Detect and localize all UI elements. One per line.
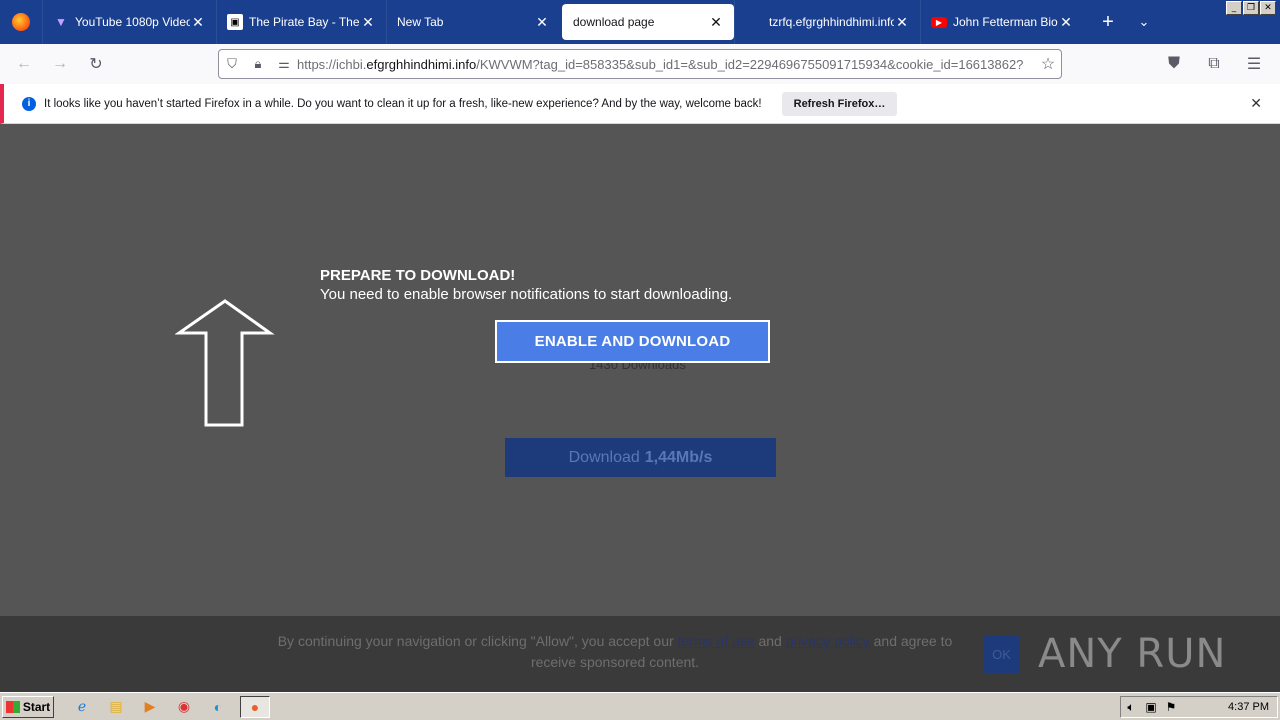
close-icon[interactable]: ✕: [360, 14, 376, 31]
up-arrow-icon: [175, 299, 275, 427]
tab-title: YouTube 1080p Video Do: [75, 15, 190, 29]
firefox-icon[interactable]: [0, 0, 42, 44]
download-button[interactable]: Download 1,44Mb/s: [505, 438, 776, 477]
refresh-firefox-button[interactable]: Refresh Firefox…: [781, 91, 898, 116]
start-button[interactable]: Start: [2, 695, 54, 718]
internet-explorer-icon[interactable]: ℯ: [70, 696, 94, 718]
volume-icon[interactable]: 🔈︎: [1121, 700, 1141, 715]
url-bar[interactable]: ⛉ 🔒︎ ⚌ https://ichbi.efgrghhindhimi.info…: [218, 49, 1062, 79]
bookmark-star-icon[interactable]: ☆: [1035, 54, 1061, 74]
navigation-bar: ← → ↻ ⛉ 🔒︎ ⚌ https://ichbi.efgrghhindhim…: [0, 44, 1280, 84]
new-tab-button[interactable]: +: [1090, 11, 1126, 34]
consent-and: and: [758, 633, 782, 649]
close-icon[interactable]: ✕: [708, 14, 724, 31]
anyrun-watermark: ANY RUN: [1038, 631, 1227, 677]
download-label: Download: [568, 448, 640, 466]
notification-message: It looks like you haven’t started Firefo…: [44, 97, 762, 110]
download-speed: 1,44Mb/s: [644, 448, 713, 466]
consent-text: By continuing your navigation or clickin…: [270, 631, 960, 673]
tab-title: download page: [573, 15, 655, 29]
flag-icon[interactable]: ⚑: [1161, 700, 1181, 714]
tab-title: New Tab: [397, 15, 444, 29]
firefox-taskbar-icon[interactable]: ●: [240, 695, 270, 718]
extensions-icon[interactable]: ⧉: [1196, 48, 1232, 80]
chrome-icon[interactable]: ◉: [172, 696, 196, 718]
enable-and-download-button[interactable]: ENABLE AND DOWNLOAD: [495, 320, 770, 363]
edge-icon[interactable]: ◐: [206, 696, 230, 718]
tab-fetterman[interactable]: ▶ John Fetterman Biograph ✕: [920, 0, 1084, 44]
restore-button[interactable]: ❐: [1243, 1, 1259, 15]
close-window-button[interactable]: ✕: [1260, 1, 1276, 15]
close-icon[interactable]: ✕: [1058, 14, 1074, 31]
ok-button[interactable]: OK: [983, 636, 1020, 673]
windows-flag-icon: [5, 700, 20, 713]
tab-download-page[interactable]: download page ✕: [562, 4, 734, 40]
pocket-icon[interactable]: ⛊: [1156, 48, 1192, 80]
minimize-button[interactable]: _: [1226, 1, 1242, 15]
tab-bar: ▼ YouTube 1080p Video Do ✕ ▣ The Pirate …: [0, 0, 1280, 44]
close-icon[interactable]: ✕: [894, 14, 910, 31]
privacy-policy-link[interactable]: privacy policy: [786, 633, 870, 649]
close-icon[interactable]: ✕: [190, 14, 206, 31]
taskbar: Start ℯ ▤ ▶ ◉ ◐ ● 🔈︎ ▣ ⚑ 4:37 PM: [0, 692, 1280, 720]
media-player-icon[interactable]: ▶: [138, 696, 162, 718]
youtube-icon: ▶: [931, 16, 947, 28]
shield-icon[interactable]: ⛉: [219, 56, 245, 72]
terms-of-use-link[interactable]: terms of use: [678, 633, 755, 649]
forward-arrow-icon[interactable]: →: [42, 48, 78, 80]
tab-title: tzrfq.efgrghhindhimi.info: [769, 15, 894, 29]
url-path: /KWVWM?tag_id=858335&sub_id1=&sub_id2=22…: [476, 56, 1024, 72]
youtube-downloader-icon: ▼: [55, 15, 67, 29]
page-title: PREPARE TO DOWNLOAD!: [320, 267, 516, 284]
info-icon: i: [22, 96, 36, 111]
tab-youtube-downloader[interactable]: ▼ YouTube 1080p Video Do ✕: [42, 0, 216, 44]
back-arrow-icon[interactable]: ←: [6, 48, 42, 80]
notification-bar: i It looks like you haven’t started Fire…: [0, 84, 1280, 124]
tab-title: John Fetterman Biograph: [953, 15, 1058, 29]
tab-tzrfq[interactable]: tzrfq.efgrghhindhimi.info ✕: [734, 0, 920, 44]
close-icon[interactable]: ✕: [534, 14, 550, 31]
consent-banner: By continuing your navigation or clickin…: [0, 616, 1280, 692]
quick-launch: ℯ ▤ ▶ ◉ ◐ ●: [70, 695, 270, 718]
menu-icon[interactable]: ☰: [1236, 48, 1272, 80]
page-subtitle: You need to enable browser notifications…: [320, 286, 733, 303]
network-icon[interactable]: ▣: [1141, 700, 1161, 714]
reload-icon[interactable]: ↻: [78, 48, 114, 80]
toolbar-right: ⛊ ⧉ ☰: [1156, 48, 1272, 80]
close-icon[interactable]: ✕: [1250, 95, 1262, 112]
folder-icon[interactable]: ▤: [104, 696, 128, 718]
tab-list-chevron-icon[interactable]: ⌄: [1126, 14, 1162, 30]
url-text[interactable]: https://ichbi.efgrghhindhimi.info/KWVWM?…: [297, 57, 1035, 72]
tab-title: The Pirate Bay - The gala: [249, 15, 360, 29]
url-prefix: https://ichbi.: [297, 56, 367, 72]
url-domain: efgrghhindhimi.info: [366, 56, 477, 72]
clock: 4:37 PM: [1228, 701, 1269, 713]
tab-new-tab[interactable]: New Tab ✕: [386, 0, 560, 44]
tab-pirate-bay[interactable]: ▣ The Pirate Bay - The gala ✕: [216, 0, 386, 44]
window-controls: _ ❐ ✕: [1226, 1, 1276, 15]
permissions-icon[interactable]: ⚌: [271, 56, 297, 72]
start-label: Start: [22, 699, 51, 714]
system-tray: 🔈︎ ▣ ⚑ 4:37 PM: [1120, 696, 1278, 718]
consent-text-before: By continuing your navigation or clickin…: [277, 633, 674, 649]
lock-icon[interactable]: 🔒︎: [245, 56, 271, 72]
pirate-bay-icon: ▣: [227, 14, 243, 30]
